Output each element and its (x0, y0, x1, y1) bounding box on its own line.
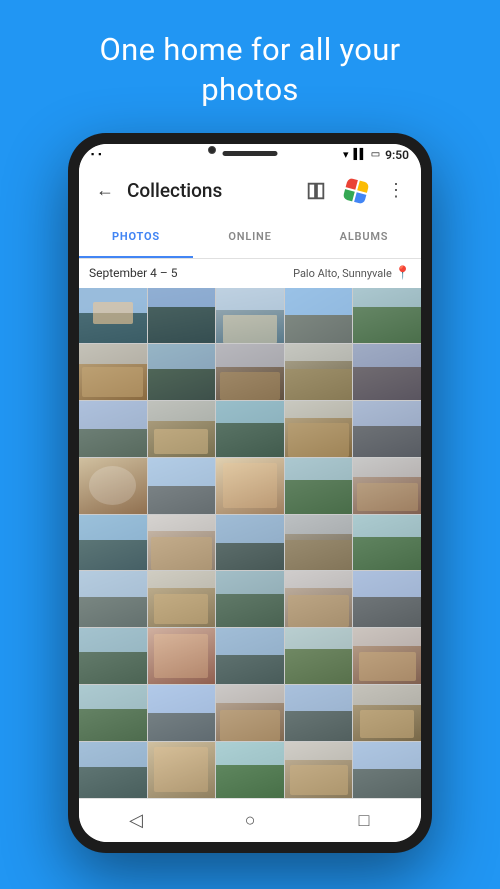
list-item[interactable] (353, 515, 421, 571)
book-icon (305, 180, 327, 202)
battery-icon: ▭ (371, 149, 380, 160)
tab-photos[interactable]: PHOTOS (79, 216, 193, 258)
list-item[interactable] (148, 685, 216, 741)
photos-icon-button[interactable] (337, 172, 375, 210)
list-item[interactable] (285, 742, 353, 798)
list-item[interactable] (353, 401, 421, 457)
list-item[interactable] (216, 685, 284, 741)
list-item[interactable] (148, 458, 216, 514)
list-item[interactable] (285, 401, 353, 457)
list-item[interactable] (148, 742, 216, 798)
list-item[interactable] (216, 571, 284, 627)
list-item[interactable] (79, 288, 147, 344)
status-sim-icon: ▪ (91, 149, 94, 160)
list-item[interactable] (216, 628, 284, 684)
date-location-bar: September 4 – 5 Palo Alto, Sunnyvale 📍 (79, 259, 421, 288)
wifi-icon: ▾ (343, 148, 349, 161)
nav-recent-button[interactable]: □ (339, 800, 389, 840)
phone-frame: ▪ ▪ ▾ ▌▌ ▭ 9:50 ← Collections (68, 133, 432, 853)
list-item[interactable] (148, 344, 216, 400)
nav-back-button[interactable]: ◁ (111, 800, 161, 840)
list-item[interactable] (353, 288, 421, 344)
list-item[interactable] (285, 458, 353, 514)
list-item[interactable] (216, 288, 284, 344)
google-photos-icon (343, 177, 370, 204)
list-item[interactable] (353, 458, 421, 514)
list-item[interactable] (79, 458, 147, 514)
list-item[interactable] (353, 628, 421, 684)
list-item[interactable] (148, 401, 216, 457)
photo-grid (79, 288, 421, 798)
tab-bar: PHOTOS ONLINE ALBUMS (79, 216, 421, 259)
tab-online[interactable]: ONLINE (193, 216, 307, 258)
list-item[interactable] (148, 571, 216, 627)
more-button[interactable]: ⋮ (377, 172, 415, 210)
status-sd-icon: ▪ (98, 149, 101, 160)
list-item[interactable] (285, 515, 353, 571)
status-time: 9:50 (385, 148, 409, 162)
location-pin-icon: 📍 (395, 266, 411, 281)
list-item[interactable] (79, 401, 147, 457)
nav-bar: ◁ ○ □ (79, 798, 421, 842)
list-item[interactable] (216, 458, 284, 514)
list-item[interactable] (285, 288, 353, 344)
location-text: Palo Alto, Sunnyvale (293, 267, 392, 280)
list-item[interactable] (148, 628, 216, 684)
header-text: One home for all your photos (0, 0, 500, 133)
app-bar-actions: ⋮ (297, 172, 415, 210)
list-item[interactable] (285, 685, 353, 741)
list-item[interactable] (148, 515, 216, 571)
list-item[interactable] (79, 742, 147, 798)
back-button[interactable]: ← (85, 171, 125, 211)
list-item[interactable] (353, 571, 421, 627)
list-item[interactable] (285, 628, 353, 684)
list-item[interactable] (285, 344, 353, 400)
app-bar-title: Collections (127, 179, 297, 202)
location-info: Palo Alto, Sunnyvale 📍 (293, 266, 411, 281)
camera (208, 146, 216, 154)
list-item[interactable] (79, 515, 147, 571)
list-item[interactable] (216, 344, 284, 400)
list-item[interactable] (79, 628, 147, 684)
list-item[interactable] (353, 685, 421, 741)
phone-screen: ▪ ▪ ▾ ▌▌ ▭ 9:50 ← Collections (79, 144, 421, 842)
list-item[interactable] (79, 344, 147, 400)
app-bar: ← Collections (79, 166, 421, 216)
book-icon-button[interactable] (297, 172, 335, 210)
list-item[interactable] (216, 515, 284, 571)
speaker (223, 151, 278, 156)
signal-icon: ▌▌ (354, 149, 366, 160)
list-item[interactable] (285, 571, 353, 627)
list-item[interactable] (79, 685, 147, 741)
list-item[interactable] (216, 742, 284, 798)
nav-home-button[interactable]: ○ (225, 800, 275, 840)
date-range: September 4 – 5 (89, 266, 178, 280)
list-item[interactable] (353, 344, 421, 400)
list-item[interactable] (79, 571, 147, 627)
list-item[interactable] (216, 401, 284, 457)
tab-albums[interactable]: ALBUMS (307, 216, 421, 258)
list-item[interactable] (148, 288, 216, 344)
list-item[interactable] (353, 742, 421, 798)
